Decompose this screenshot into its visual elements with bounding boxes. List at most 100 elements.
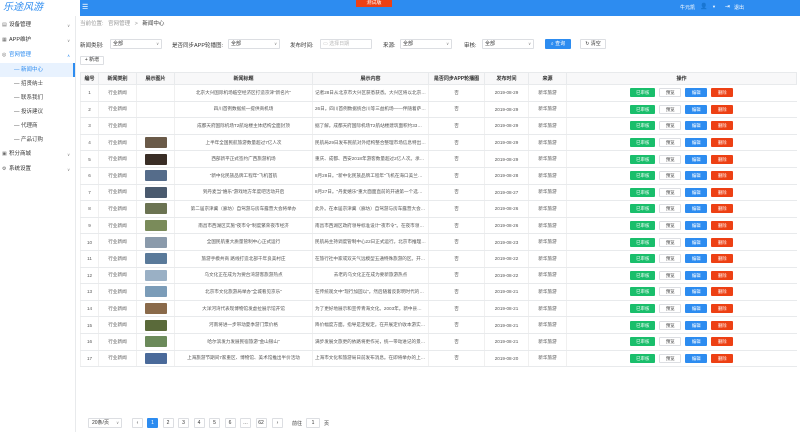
audit-button[interactable]: 已审核 <box>630 88 656 98</box>
preview-button[interactable]: 预览 <box>659 154 682 164</box>
preview-button[interactable]: 预览 <box>659 337 682 347</box>
preview-button[interactable]: 预览 <box>659 353 682 363</box>
delete-button[interactable]: 删除 <box>711 221 734 231</box>
edit-button[interactable]: 编辑 <box>685 154 708 164</box>
delete-button[interactable]: 删除 <box>711 320 734 330</box>
page-button[interactable]: 4 <box>193 418 205 428</box>
preview-button[interactable]: 预览 <box>659 204 682 214</box>
delete-button[interactable]: 删除 <box>711 104 734 114</box>
delete-button[interactable]: 删除 <box>711 154 734 164</box>
edit-button[interactable]: 编辑 <box>685 171 708 181</box>
audit-button[interactable]: 已审核 <box>630 187 656 197</box>
page-button[interactable]: 6 <box>224 418 236 428</box>
edit-button[interactable]: 编辑 <box>685 138 708 148</box>
sidebar-item-website[interactable]: ◎ 官网管理 ∧ <box>0 48 75 63</box>
page-button[interactable]: 62 <box>255 418 267 428</box>
preview-button[interactable]: 预览 <box>659 88 682 98</box>
audit-button[interactable]: 已审核 <box>630 121 656 131</box>
delete-button[interactable]: 删除 <box>711 187 734 197</box>
sidebar-subitem-complaints[interactable]: — 投诉建议 <box>0 105 75 119</box>
prev-page-button[interactable]: ‹ <box>132 418 143 428</box>
sidebar-subitem-orders[interactable]: — 产品订购 <box>0 133 75 147</box>
sync-select[interactable]: 全部 ∨ <box>228 39 280 49</box>
sidebar-subitem-jobs[interactable]: — 招贤纳士 <box>0 77 75 91</box>
edit-button[interactable]: 编辑 <box>685 304 708 314</box>
audit-button[interactable]: 已审核 <box>630 154 656 164</box>
goto-page-input[interactable]: 1 <box>306 418 320 428</box>
edit-button[interactable]: 编辑 <box>685 353 708 363</box>
preview-button[interactable]: 预览 <box>659 320 682 330</box>
logout-button[interactable]: 退出 <box>734 4 744 11</box>
edit-button[interactable]: 编辑 <box>685 270 708 280</box>
chevron-down-icon[interactable]: ▼ <box>712 4 716 9</box>
page-button[interactable]: 5 <box>209 418 220 428</box>
sidebar-subitem-news[interactable]: — 新闻中心 <box>0 63 75 77</box>
page-button[interactable]: 3 <box>178 418 189 428</box>
audit-button[interactable]: 已审核 <box>630 237 656 247</box>
audit-button[interactable]: 已审核 <box>630 204 656 214</box>
add-button[interactable]: + 新增 <box>80 56 104 65</box>
edit-button[interactable]: 编辑 <box>685 287 708 297</box>
delete-button[interactable]: 删除 <box>711 237 734 247</box>
delete-button[interactable]: 删除 <box>711 254 734 264</box>
preview-button[interactable]: 预览 <box>659 287 682 297</box>
edit-button[interactable]: 编辑 <box>685 320 708 330</box>
delete-button[interactable]: 删除 <box>711 121 734 131</box>
clear-button[interactable]: ↻ 清空 <box>580 39 606 49</box>
delete-button[interactable]: 删除 <box>711 337 734 347</box>
preview-button[interactable]: 预览 <box>659 171 682 181</box>
preview-button[interactable]: 预览 <box>659 138 682 148</box>
audit-button[interactable]: 已审核 <box>630 320 656 330</box>
delete-button[interactable]: 删除 <box>711 304 734 314</box>
delete-button[interactable]: 删除 <box>711 270 734 280</box>
sidebar-item-devices[interactable]: ▤ 设备管理 ∨ <box>0 18 75 33</box>
delete-button[interactable]: 删除 <box>711 88 734 98</box>
breadcrumb-level1[interactable]: 官网管理 <box>108 21 130 27</box>
audit-button[interactable]: 已审核 <box>630 287 656 297</box>
preview-button[interactable]: 预览 <box>659 121 682 131</box>
sidebar-item-app[interactable]: ▦ APP维护 ∨ <box>0 33 75 48</box>
page-ellipsis[interactable]: … <box>240 418 251 428</box>
sidebar-item-system-settings[interactable]: ⚙ 系统设置 ∨ <box>0 162 75 177</box>
query-button[interactable]: ⌕ 查询 <box>545 39 571 49</box>
audit-select[interactable]: 全部 ∨ <box>482 39 534 49</box>
edit-button[interactable]: 编辑 <box>685 237 708 247</box>
menu-toggle-icon[interactable]: ☰ <box>82 4 88 11</box>
user-name[interactable]: 牛元凯 <box>680 4 695 11</box>
preview-button[interactable]: 预览 <box>659 270 682 280</box>
audit-button[interactable]: 已审核 <box>630 270 656 280</box>
page-button[interactable]: 1 <box>147 418 158 428</box>
edit-button[interactable]: 编辑 <box>685 337 708 347</box>
delete-button[interactable]: 删除 <box>711 287 734 297</box>
page-button[interactable]: 2 <box>162 418 174 428</box>
delete-button[interactable]: 删除 <box>711 353 734 363</box>
page-size-select[interactable]: 20条/页 ∨ <box>88 418 122 428</box>
category-select[interactable]: 全部 ∨ <box>110 39 162 49</box>
edit-button[interactable]: 编辑 <box>685 204 708 214</box>
preview-button[interactable]: 预览 <box>659 221 682 231</box>
delete-button[interactable]: 删除 <box>711 138 734 148</box>
delete-button[interactable]: 删除 <box>711 204 734 214</box>
preview-button[interactable]: 预览 <box>659 254 682 264</box>
edit-button[interactable]: 编辑 <box>685 221 708 231</box>
sidebar-item-points-mall[interactable]: ▣ 积分商城 ∨ <box>0 147 75 162</box>
audit-button[interactable]: 已审核 <box>630 138 656 148</box>
audit-button[interactable]: 已审核 <box>630 353 656 363</box>
audit-button[interactable]: 已审核 <box>630 337 656 347</box>
edit-button[interactable]: 编辑 <box>685 254 708 264</box>
user-icon[interactable]: 👤 <box>700 3 707 10</box>
next-page-button[interactable]: › <box>272 418 283 428</box>
preview-button[interactable]: 预览 <box>659 304 682 314</box>
preview-button[interactable]: 预览 <box>659 237 682 247</box>
delete-button[interactable]: 删除 <box>711 171 734 181</box>
edit-button[interactable]: 编辑 <box>685 187 708 197</box>
logout-icon[interactable]: ⇥ <box>725 3 730 10</box>
sidebar-subitem-contact[interactable]: — 联系我们 <box>0 91 75 105</box>
publish-time-picker[interactable]: ▭ 选择日期 <box>320 39 372 49</box>
edit-button[interactable]: 编辑 <box>685 88 708 98</box>
audit-button[interactable]: 已审核 <box>630 254 656 264</box>
preview-button[interactable]: 预览 <box>659 104 682 114</box>
source-select[interactable]: 全部 ∨ <box>400 39 452 49</box>
sidebar-subitem-agents[interactable]: — 代理商 <box>0 119 75 133</box>
audit-button[interactable]: 已审核 <box>630 171 656 181</box>
